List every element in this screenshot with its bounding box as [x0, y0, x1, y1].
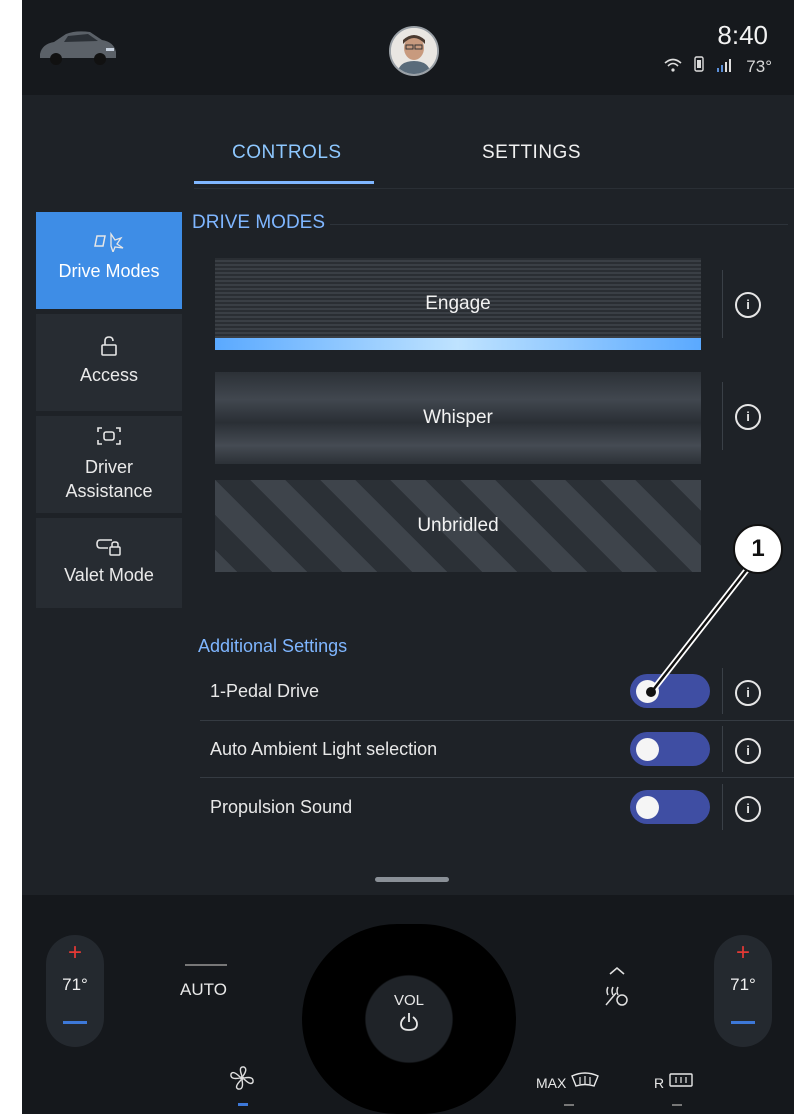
- vol-label: VOL: [393, 992, 424, 1009]
- right-temp-up-icon[interactable]: +: [714, 939, 772, 967]
- right-temp-down-icon[interactable]: [731, 1021, 755, 1024]
- callout-leader-line: [646, 565, 752, 697]
- heated-steering-icon: [602, 985, 632, 1012]
- auto-indicator: [185, 964, 227, 966]
- left-temp-control: + 71°: [46, 935, 104, 1047]
- volume-knob[interactable]: VOL: [302, 924, 516, 1114]
- right-temp-control: + 71°: [714, 935, 772, 1047]
- recirculation-button[interactable]: [602, 960, 632, 1012]
- fan-level-indicator: [238, 1103, 248, 1106]
- max-defrost-label: MAX: [536, 1075, 567, 1091]
- drawer-handle[interactable]: [375, 877, 449, 882]
- max-defrost-button[interactable]: MAX: [536, 1072, 600, 1091]
- rear-defrost-icon: [669, 1073, 693, 1087]
- right-temp-value: 71°: [730, 975, 756, 994]
- callout-number: 1: [733, 524, 783, 574]
- rear-defrost-indicator: [672, 1104, 682, 1106]
- auto-climate-button[interactable]: AUTO: [180, 980, 227, 1000]
- left-temp-value: 71°: [62, 975, 88, 994]
- windshield-defrost-icon: [571, 1072, 600, 1087]
- max-defrost-indicator: [564, 1104, 574, 1106]
- left-temp-up-icon[interactable]: +: [46, 939, 104, 967]
- chevron-up-icon: [602, 960, 632, 981]
- left-temp-down-icon[interactable]: [63, 1021, 87, 1024]
- rear-defrost-label: R: [654, 1075, 665, 1091]
- rear-defrost-button[interactable]: R: [654, 1072, 694, 1091]
- fan-icon[interactable]: [228, 1064, 256, 1098]
- infotainment-screen: 8:40 73° CONTROLS SETTINGS Drive Modes A…: [22, 0, 794, 1114]
- power-icon: [302, 1012, 516, 1038]
